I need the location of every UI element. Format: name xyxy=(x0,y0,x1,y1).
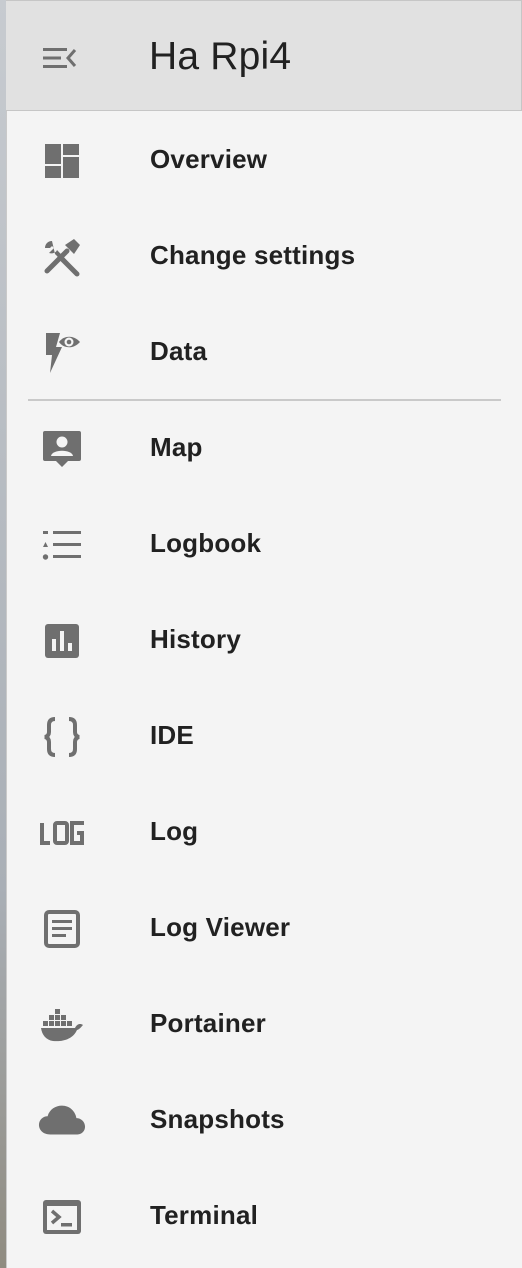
sidebar-item-snapshots[interactable]: Snapshots xyxy=(6,1071,522,1167)
console-icon xyxy=(38,1193,86,1241)
sidebar-item-terminal[interactable]: Terminal xyxy=(6,1167,522,1263)
sidebar-item-label: Log xyxy=(150,815,199,846)
sidebar-item-change-settings[interactable]: Change settings xyxy=(6,207,522,303)
text-box-icon xyxy=(38,905,86,953)
sidebar-item-map[interactable]: Map xyxy=(6,399,522,495)
cloud-icon xyxy=(38,1097,86,1145)
sidebar-item-label: Snapshots xyxy=(150,1103,285,1134)
flash-eye-icon xyxy=(38,329,86,377)
menu-open-icon[interactable] xyxy=(36,37,84,79)
dashboard-icon xyxy=(38,137,86,185)
docker-icon xyxy=(38,1001,86,1049)
code-braces-icon xyxy=(38,713,86,761)
sidebar-item-log-viewer[interactable]: Log Viewer xyxy=(6,879,522,975)
sidebar-header: Ha Rpi4 xyxy=(6,0,522,111)
sidebar-item-label: Change settings xyxy=(150,239,356,270)
tools-icon xyxy=(38,233,86,281)
sidebar-item-ide[interactable]: IDE xyxy=(6,687,522,783)
sidebar-item-history[interactable]: History xyxy=(6,591,522,687)
sidebar-item-label: Portainer xyxy=(150,1007,266,1038)
sidebar-item-label: Logbook xyxy=(150,527,262,558)
sidebar-item-portainer[interactable]: Portainer xyxy=(6,975,522,1071)
sidebar-item-overview[interactable]: Overview xyxy=(6,111,522,207)
map-account-icon xyxy=(38,425,86,473)
sidebar-item-label: Data xyxy=(150,335,208,366)
sidebar-nav: Overview Change settings Data xyxy=(6,111,522,399)
chart-box-icon xyxy=(38,617,86,665)
sidebar-item-label: Map xyxy=(150,431,203,462)
sidebar-item-label: Overview xyxy=(150,143,268,174)
page-title: Ha Rpi4 xyxy=(149,35,292,78)
sidebar-item-label: History xyxy=(150,623,241,654)
logbook-list-icon xyxy=(38,521,86,569)
sidebar-item-logbook[interactable]: Logbook xyxy=(6,495,522,591)
sidebar-item-label: IDE xyxy=(150,719,194,750)
sidebar-item-label: Log Viewer xyxy=(150,911,291,942)
log-text-icon xyxy=(38,809,86,857)
sidebar-nav-panels: Map Logbook History IDE Log Log Viewer P… xyxy=(6,399,522,1263)
sidebar-drawer: Ha Rpi4 Overview Change settings Data Ma… xyxy=(6,0,522,1268)
sidebar-item-log[interactable]: Log xyxy=(6,783,522,879)
sidebar-item-data[interactable]: Data xyxy=(6,303,522,399)
sidebar-item-label: Terminal xyxy=(150,1199,259,1230)
